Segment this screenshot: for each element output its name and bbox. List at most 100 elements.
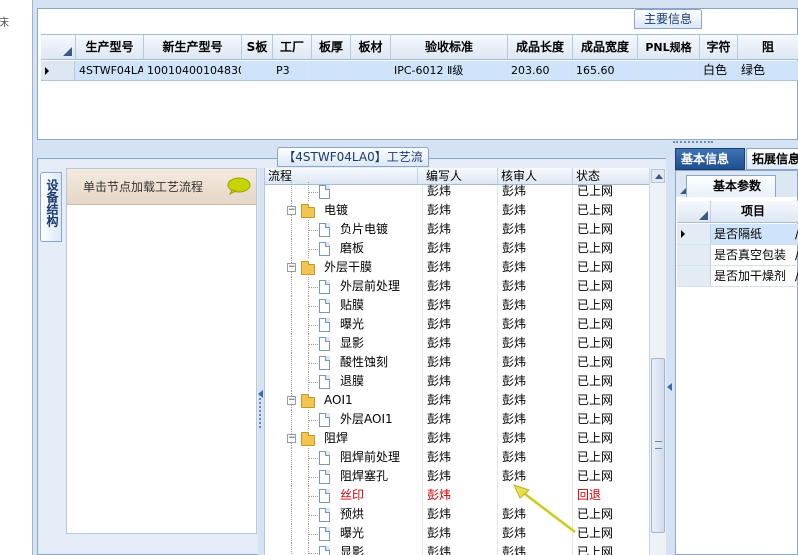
param-label[interactable]: 是否真空包装 [712,245,792,265]
row-selector[interactable] [677,245,711,265]
flow-step-label[interactable]: 预烘 [340,505,364,524]
flow-row[interactable]: 外层前处理 彭炜 彭炜 已上网 [265,277,650,296]
writer-cell[interactable]: 彭炜 [427,410,451,429]
writer-cell[interactable]: 彭炜 [427,334,451,353]
main-info-tab[interactable]: 主要信息 [634,9,702,29]
process-flow-tab[interactable]: 【4STWF04LA0】工艺流程 [277,147,429,182]
flow-step-label[interactable]: 显影 [340,334,364,353]
flow-row[interactable]: 彭炜 彭炜 已上网 [265,182,650,201]
flow-step-label[interactable]: AOI1 [324,391,353,410]
flow-row[interactable]: − 外层干膜 彭炜 彭炜 已上网 [265,258,650,277]
flow-step-label[interactable]: 阻焊塞孔 [340,467,388,486]
tab-basic-params[interactable]: 基本参数 [686,175,776,197]
reviewer-cell[interactable]: 彭炜 [502,391,526,410]
cell-new-production-model[interactable]: 10010400104830 [144,61,242,80]
status-cell[interactable]: 已上网 [577,391,613,410]
flow-row[interactable]: 磨板 彭炜 彭炜 已上网 [265,239,650,258]
writer-cell[interactable]: 彭炜 [427,372,451,391]
reviewer-cell[interactable]: 彭炜 [502,429,526,448]
status-cell[interactable]: 已上网 [577,296,613,315]
reviewer-cell[interactable]: 彭炜 [502,334,526,353]
flow-step-label[interactable]: 外层AOI1 [340,410,393,429]
status-cell[interactable]: 已上网 [577,505,613,524]
col-acceptance-standard[interactable]: 验收标准 [391,35,508,60]
col-finished-length[interactable]: 成品长度 [508,35,573,60]
status-cell[interactable]: 已上网 [577,543,613,555]
status-cell[interactable]: 回退 [577,486,601,505]
cell-material[interactable] [351,61,391,80]
reviewer-cell[interactable]: 彭炜 [502,448,526,467]
row-selector[interactable] [677,224,711,244]
status-cell[interactable]: 已上网 [577,201,613,220]
status-cell[interactable]: 已上网 [577,467,613,486]
col-character[interactable]: 字符 [700,35,738,60]
col-thickness[interactable]: 板厚 [312,35,351,60]
reviewer-cell[interactable]: 彭炜 [502,353,526,372]
writer-cell[interactable]: 彭炜 [427,448,451,467]
collapse-node-icon[interactable]: − [287,396,296,405]
cell-acceptance-standard[interactable]: IPC-6012 Ⅱ级 [391,61,508,80]
flow-step-label[interactable]: 外层干膜 [324,258,372,277]
flow-step-label[interactable]: 阻焊 [324,429,348,448]
flow-step-label[interactable]: 电镀 [324,201,348,220]
writer-cell[interactable]: 彭炜 [427,220,451,239]
status-cell[interactable]: 已上网 [577,524,613,543]
equipment-structure-tab[interactable]: 设备结构 [40,172,62,242]
flow-step-label[interactable]: 贴膜 [340,296,364,315]
collapse-node-icon[interactable]: − [287,206,296,215]
status-cell[interactable]: 已上网 [577,372,613,391]
flow-row[interactable]: 阻焊塞孔 彭炜 彭炜 已上网 [265,467,650,486]
flow-step-label[interactable]: 负片电镀 [340,220,388,239]
status-cell[interactable]: 已上网 [577,353,613,372]
writer-cell[interactable]: 彭炜 [427,467,451,486]
cell-thickness[interactable] [312,61,351,80]
writer-cell[interactable]: 彭炜 [427,277,451,296]
writer-cell[interactable]: 彭炜 [427,296,451,315]
status-cell[interactable]: 已上网 [577,239,613,258]
tab-basic-info[interactable]: 基本信息 [675,148,745,170]
col-pnl-spec[interactable]: PNL规格 [638,35,700,60]
flow-row[interactable]: 显影 彭炜 彭炜 已上网 [265,334,650,353]
reviewer-cell[interactable]: 彭炜 [502,182,526,201]
param-label[interactable]: 是否隔纸 [712,224,792,244]
col-factory[interactable]: 工厂 [273,35,312,60]
reviewer-cell[interactable]: 彭炜 [502,201,526,220]
col-production-model[interactable]: 生产型号 [76,35,144,60]
writer-cell[interactable]: 彭炜 [427,486,451,505]
writer-cell[interactable]: 彭炜 [427,524,451,543]
status-cell[interactable]: 已上网 [577,220,613,239]
flow-row[interactable]: 贴膜 彭炜 彭炜 已上网 [265,296,650,315]
cell-finished-width[interactable]: 165.60 [573,61,638,80]
param-label[interactable]: 是否加干燥剂 [712,266,792,286]
flow-row[interactable]: 丝印 彭炜 回退 [265,486,650,505]
writer-cell[interactable]: 彭炜 [427,391,451,410]
writer-cell[interactable]: 彭炜 [427,182,451,201]
reviewer-cell[interactable]: 彭炜 [502,258,526,277]
status-cell[interactable]: 已上网 [577,448,613,467]
flow-step-label[interactable]: 丝印 [340,486,364,505]
reviewer-cell[interactable]: 彭炜 [502,220,526,239]
reviewer-cell[interactable]: 彭炜 [502,296,526,315]
col-new-production-model[interactable]: 新生产型号 [144,35,242,60]
reviewer-cell[interactable]: 彭炜 [502,410,526,429]
tab-extended-info[interactable]: 拓展信息 [746,148,798,170]
params-corner[interactable] [677,201,711,222]
collapse-node-icon[interactable]: − [287,434,296,443]
status-cell[interactable]: 已上网 [577,429,613,448]
flow-row[interactable]: − 阻焊 彭炜 彭炜 已上网 [265,429,650,448]
col-solder-mask[interactable]: 阻 [738,35,798,60]
writer-cell[interactable]: 彭炜 [427,258,451,277]
flow-scrollbar[interactable] [649,168,666,555]
status-cell[interactable]: 已上网 [577,334,613,353]
row-selector[interactable] [41,61,75,80]
flow-row[interactable]: 显影 彭炜 彭炜 已上网 [265,543,650,555]
cell-pnl-spec[interactable] [638,61,700,80]
flow-step-label[interactable]: 磨板 [340,239,364,258]
flow-row[interactable]: 外层AOI1 彭炜 彭炜 已上网 [265,410,650,429]
reviewer-cell[interactable]: 彭炜 [502,239,526,258]
status-cell[interactable]: 已上网 [577,315,613,334]
col-finished-width[interactable]: 成品宽度 [573,35,638,60]
reviewer-cell[interactable]: 彭炜 [502,277,526,296]
flow-row[interactable]: 阻焊前处理 彭炜 彭炜 已上网 [265,448,650,467]
writer-cell[interactable]: 彭炜 [427,505,451,524]
